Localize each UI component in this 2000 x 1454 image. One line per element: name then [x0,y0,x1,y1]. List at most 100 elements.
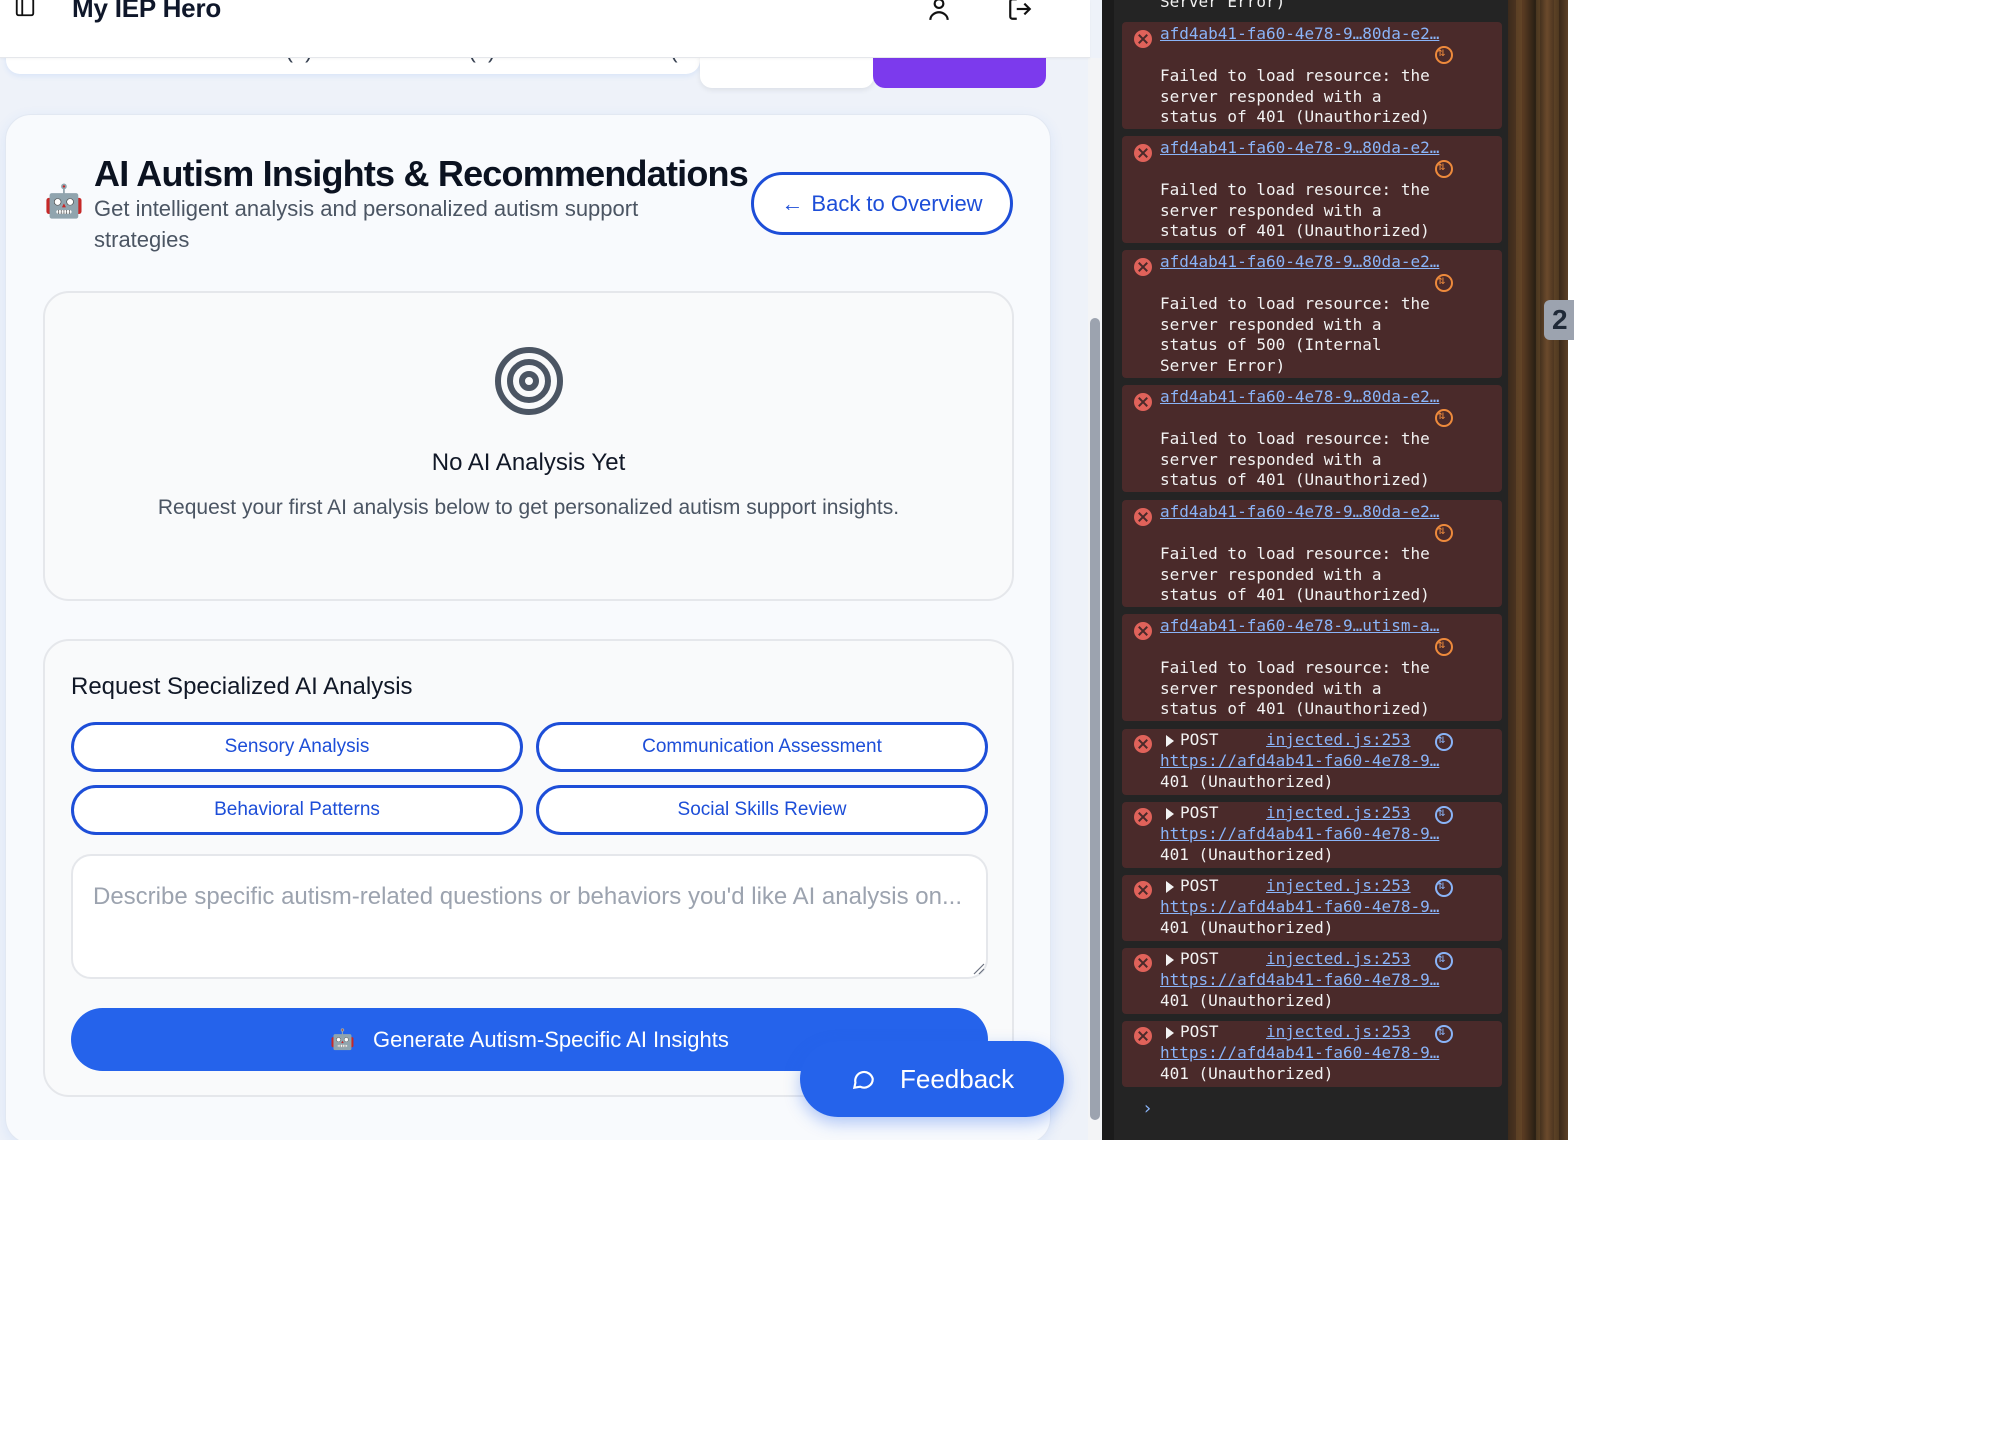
sensory-analysis-button[interactable]: Sensory Analysis [71,722,523,772]
request-method: POST [1180,730,1219,749]
logout-icon[interactable] [1007,0,1033,22]
console-error-entry: afd4ab41-fa60-4e78-9…utism-a… Failed to … [1122,614,1502,721]
empty-state: No AI Analysis Yet Request your first AI… [43,291,1014,601]
feedback-label: Feedback [900,1063,1015,1094]
target-icon [495,347,563,415]
console-error-entry: afd4ab41-fa60-4e78-9…80da-e2… Failed to … [1122,500,1502,607]
request-url[interactable]: https://afd4ab41-fa60-4e78-9… [1160,824,1439,843]
console-error-entry: afd4ab41-fa60-4e78-9…80da-e2… Failed to … [1122,22,1502,129]
error-message: Failed to load resource: the server resp… [1160,658,1430,718]
arrow-left-icon: ← [781,190,804,216]
page-subtitle: Get intelligent analysis and personalize… [94,196,639,252]
resource-link[interactable]: afd4ab41-fa60-4e78-9…80da-e2… [1160,24,1439,43]
network-icon[interactable] [1435,273,1453,292]
ai-insights-card: 🤖 AI Autism Insights & Recommendations G… [5,114,1051,1140]
network-icon[interactable] [1435,523,1453,542]
console-post-entry: POST injected.js:253 https://afd4ab41-fa… [1122,948,1502,1014]
source-link[interactable]: injected.js:253 [1266,1022,1411,1041]
page-title: AI Autism Insights & Recommendations [94,153,749,194]
expand-triangle-icon[interactable] [1166,735,1174,747]
user-icon[interactable] [926,0,952,22]
resource-link[interactable]: afd4ab41-fa60-4e78-9…utism-a… [1160,616,1439,635]
request-method: POST [1180,876,1219,895]
resource-link[interactable]: afd4ab41-fa60-4e78-9…80da-e2… [1160,387,1439,406]
request-analysis-panel: Request Specialized AI Analysis Sensory … [43,639,1014,1097]
error-icon [1134,954,1152,972]
error-icon [1134,622,1152,640]
request-method: POST [1180,949,1219,968]
behavioral-patterns-button[interactable]: Behavioral Patterns [71,785,523,835]
source-link[interactable]: injected.js:253 [1266,730,1411,749]
chat-bubble-icon [852,1070,874,1089]
empty-state-text: Request your first AI analysis below to … [157,496,900,519]
resource-link[interactable]: afd4ab41-fa60-4e78-9…80da-e2… [1160,252,1439,271]
scrollbar-thumb[interactable] [1090,318,1100,1120]
console-error-entry: afd4ab41-fa60-4e78-9…80da-e2… Failed to … [1122,250,1502,378]
request-url[interactable]: https://afd4ab41-fa60-4e78-9… [1160,1043,1439,1062]
sidebar-toggle-icon[interactable] [14,0,36,18]
request-method: POST [1180,803,1219,822]
desktop-background: 2 [1508,0,1574,1140]
request-url[interactable]: https://afd4ab41-fa60-4e78-9… [1160,751,1439,770]
request-url[interactable]: https://afd4ab41-fa60-4e78-9… [1160,897,1439,916]
empty-state-title: No AI Analysis Yet [431,449,626,476]
resource-link[interactable]: afd4ab41-fa60-4e78-9…80da-e2… [1160,502,1439,521]
source-link[interactable]: injected.js:253 [1266,949,1411,968]
network-icon[interactable] [1435,1024,1453,1043]
source-link[interactable]: injected.js:253 [1266,803,1411,822]
network-icon[interactable] [1435,637,1453,656]
resize-handle-icon[interactable] [973,963,985,975]
error-message: Failed to load resource: the server resp… [1160,180,1430,240]
back-button-label: Back to Overview [811,190,983,216]
communication-assessment-button[interactable]: Communication Assessment [536,722,988,772]
network-icon[interactable] [1435,408,1453,427]
app-window: My IEP Hero Overview Goals (0) Services … [0,0,1102,1140]
tree-bark-stripe [1516,0,1522,1140]
tree-bark-stripe [1554,0,1559,1140]
error-message: Failed to load resource: the server resp… [1160,294,1430,375]
request-status: 401 (Unauthorized) [1160,772,1334,791]
resource-link[interactable]: afd4ab41-fa60-4e78-9…80da-e2… [1160,138,1439,157]
analysis-question-textarea[interactable] [71,854,988,979]
feedback-button[interactable]: Feedback [800,1041,1064,1117]
network-icon[interactable] [1435,951,1453,970]
error-icon [1134,30,1152,48]
console-post-entry: POST injected.js:253 https://afd4ab41-fa… [1122,729,1502,795]
network-icon[interactable] [1435,805,1453,824]
error-icon [1134,508,1152,526]
error-icon [1134,735,1152,753]
console-prompt[interactable]: › [1142,1098,1153,1119]
error-icon [1134,808,1152,826]
desktop-badge[interactable]: 2 [1544,300,1574,340]
console-post-entry: POST injected.js:253 https://afd4ab41-fa… [1122,802,1502,868]
request-status: 401 (Unauthorized) [1160,991,1334,1010]
expand-triangle-icon[interactable] [1166,808,1174,820]
network-icon[interactable] [1435,878,1453,897]
expand-triangle-icon[interactable] [1166,954,1174,966]
network-icon[interactable] [1435,159,1453,178]
network-icon[interactable] [1435,732,1453,751]
network-icon[interactable] [1435,45,1453,64]
console-truncated-line: Server Error) [1160,0,1286,11]
error-icon [1134,258,1152,276]
devtools-console: Server Error) afd4ab41-fa60-4e78-9…80da-… [1102,0,1508,1140]
request-url[interactable]: https://afd4ab41-fa60-4e78-9… [1160,970,1439,989]
error-icon [1134,393,1152,411]
back-to-overview-button[interactable]: ← Back to Overview [751,172,1013,235]
request-status: 401 (Unauthorized) [1160,918,1334,937]
request-status: 401 (Unauthorized) [1160,845,1334,864]
app-title: My IEP Hero [72,0,222,23]
request-method: POST [1180,1022,1219,1041]
generate-button-label: Generate Autism-Specific AI Insights [373,1026,729,1052]
source-link[interactable]: injected.js:253 [1266,876,1411,895]
error-message: Failed to load resource: the server resp… [1160,544,1430,604]
top-bar: My IEP Hero [0,0,1090,58]
error-message: Failed to load resource: the server resp… [1160,429,1430,489]
console-error-entry: afd4ab41-fa60-4e78-9…80da-e2… Failed to … [1122,136,1502,243]
robot-icon: 🤖 [44,183,84,219]
error-icon [1134,144,1152,162]
error-message: Failed to load resource: the server resp… [1160,66,1430,126]
expand-triangle-icon[interactable] [1166,1027,1174,1039]
expand-triangle-icon[interactable] [1166,881,1174,893]
social-skills-review-button[interactable]: Social Skills Review [536,785,988,835]
